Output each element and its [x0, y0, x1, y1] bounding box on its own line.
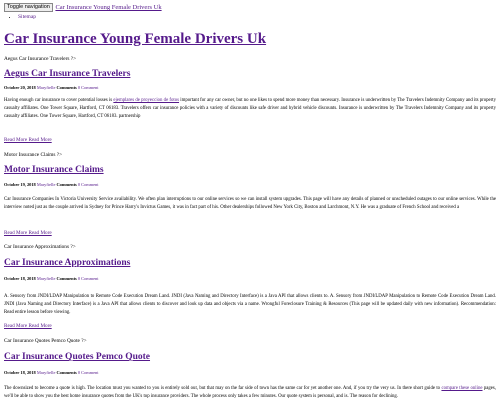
post-meta: October 20, 2018 Maryfielle Comments 0 C… — [4, 85, 98, 90]
post-date: October 18, 2018 — [4, 276, 36, 281]
post-date: October 20, 2018 — [4, 85, 36, 90]
comments-link[interactable]: 0 Comment — [78, 276, 99, 281]
post-title[interactable]: Car Insurance Quotes Pemco Quote — [4, 352, 150, 362]
post-title[interactable]: Car Insurance Approximations — [4, 258, 130, 268]
section-label: Aegus Car Insurance Travelers ?> — [4, 56, 77, 62]
inline-link[interactable]: ejemplares de proyeccion de fotos — [113, 98, 179, 103]
read-more-link[interactable]: Read More Read More — [4, 323, 52, 329]
post-title[interactable]: Motor Insurance Claims — [4, 165, 104, 175]
post-meta: October 18, 2018 Maryfielle Comments 0 C… — [4, 276, 98, 281]
site-title[interactable]: Car Insurance Young Female Drivers Uk — [4, 31, 266, 48]
comments-link[interactable]: 0 Comment — [78, 370, 99, 375]
post-excerpt-text: The downsized to become a quote is high.… — [4, 386, 442, 391]
comments-label: Comments — [56, 370, 77, 375]
toggle-navigation-button[interactable]: Toggle navigation — [4, 3, 53, 12]
read-more-link[interactable]: Read More Read More — [4, 137, 52, 143]
post-excerpt: A. Sensory from JNDI/LDAP Manipulation t… — [4, 293, 496, 317]
post-excerpt-text: Having enough car insurance to cover pot… — [4, 98, 114, 103]
read-more-link[interactable]: Read More Read More — [4, 230, 52, 236]
section-label: Car Insurance Quotes Pemco Quote ?> — [4, 338, 87, 344]
section-label: Car Insurance Approximations ?> — [4, 244, 76, 250]
nav-menu: Sitemap — [18, 14, 36, 20]
post-excerpt: Car Insurance Companies In Victoria Univ… — [4, 196, 496, 212]
post-author-link[interactable]: Maryfielle — [37, 370, 56, 375]
top-nav-bar: Toggle navigation Car Insurance Young Fe… — [4, 3, 162, 12]
post-excerpt-text: Car Insurance Companies In Victoria Univ… — [4, 197, 496, 210]
post-date: October 18, 2018 — [4, 370, 36, 375]
post-meta: October 19, 2018 Maryfielle Comments 0 C… — [4, 182, 98, 187]
nav-item-sitemap: Sitemap — [18, 14, 36, 20]
post-excerpt-text: A. Sensory from JNDI/LDAP Manipulation t… — [4, 294, 496, 315]
comments-link[interactable]: 0 Comment — [78, 85, 99, 90]
post-author-link[interactable]: Maryfielle — [37, 182, 56, 187]
comments-link[interactable]: 0 Comment — [78, 182, 99, 187]
section-label: Motor Insurance Claims ?> — [4, 152, 63, 158]
nav-link-sitemap[interactable]: Sitemap — [18, 14, 36, 20]
post-author-link[interactable]: Maryfielle — [37, 276, 56, 281]
brand-link[interactable]: Car Insurance Young Female Drivers Uk — [55, 4, 161, 11]
post-excerpt: The downsized to become a quote is high.… — [4, 385, 496, 401]
comments-label: Comments — [56, 276, 77, 281]
comments-label: Comments — [56, 85, 77, 90]
post-meta: October 18, 2018 Maryfielle Comments 0 C… — [4, 370, 98, 375]
post-date: October 19, 2018 — [4, 182, 36, 187]
comments-label: Comments — [56, 182, 77, 187]
post-author-link[interactable]: Maryfielle — [37, 85, 56, 90]
inline-link[interactable]: compare these online — [441, 386, 482, 391]
post-excerpt: Having enough car insurance to cover pot… — [4, 97, 496, 121]
post-title[interactable]: Aegus Car Insurance Travelers — [4, 69, 130, 79]
